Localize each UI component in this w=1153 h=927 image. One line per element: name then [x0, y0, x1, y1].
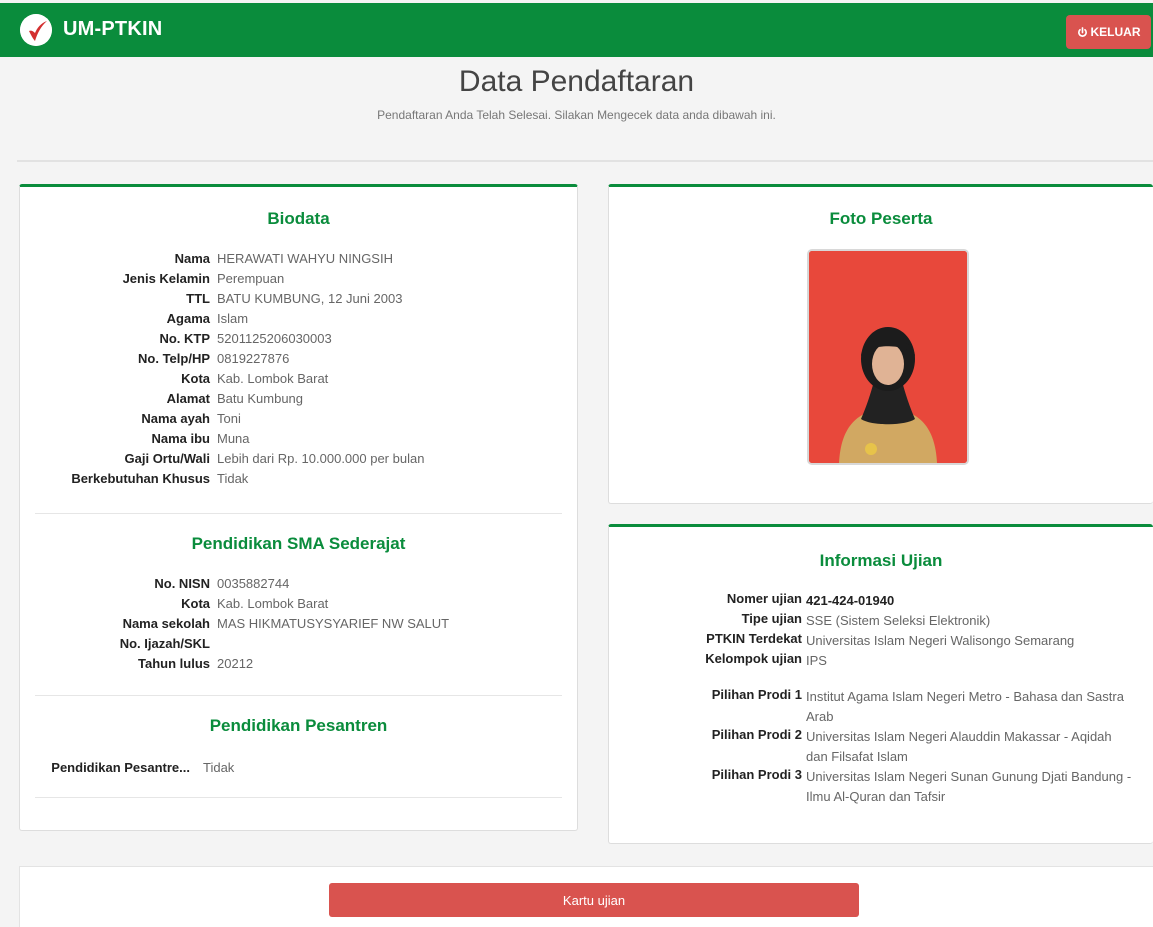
biodata-label: Berkebutuhan Khusus: [71, 471, 210, 486]
biodata-label: Nama: [174, 251, 210, 266]
sma-value: MAS HIKMATUSYSYARIEF NW SALUT: [217, 616, 450, 631]
sma-value: 20212: [217, 656, 254, 671]
sma-row: Nama sekolah MAS HIKMATUSYSYARIEF NW SALU…: [20, 616, 450, 636]
biodata-row: No. KTP 5201125206030003: [20, 331, 331, 351]
pesantren-row: Pendidikan Pesantre... Tidak: [20, 760, 234, 780]
pesantren-title: Pendidikan Pesantren: [209, 716, 388, 735]
biodata-label: TTL: [186, 291, 210, 306]
participant-photo: [807, 249, 969, 465]
section-divider: [35, 513, 562, 514]
ujian-value: SSE (Sistem Seleksi Elektronik): [806, 613, 991, 628]
top-navbar: UM-PTKIN KELUAR: [0, 3, 1153, 57]
biodata-row: Berkebutuhan Khusus Tidak: [20, 471, 248, 491]
biodata-label: Jenis Kelamin: [122, 271, 210, 286]
person-silhouette-icon: [809, 251, 967, 463]
prodi-row: Pilihan Prodi 1 Institut Agama Islam Nege…: [609, 687, 1124, 727]
biodata-value: BATU KUMBUNG, 12 Juni 2003: [217, 291, 403, 306]
biodata-row: TTL BATU KUMBUNG, 12 Juni 2003: [20, 291, 402, 311]
biodata-row: Nama HERAWATI WAHYU NINGSIH: [20, 251, 393, 271]
biodata-label: Nama ibu: [151, 431, 210, 446]
sma-label: No. Ijazah/SKL: [119, 636, 210, 651]
kartu-ujian-button[interactable]: Kartu ujian: [329, 883, 859, 917]
biodata-title: Biodata: [267, 209, 330, 228]
brand-title[interactable]: UM-PTKIN: [63, 18, 162, 41]
ujian-label: Nomer ujian: [726, 591, 802, 606]
biodata-value: Perempuan: [217, 271, 285, 286]
biodata-row: Kota Kab. Lombok Barat: [20, 371, 328, 391]
header-separator: [17, 160, 1153, 162]
ujian-title: Informasi Ujian: [819, 551, 943, 570]
ujian-row: Kelompok ujian IPS: [609, 651, 827, 671]
biodata-label: Nama ayah: [141, 411, 210, 426]
prodi-label: Pilihan Prodi 2: [711, 727, 802, 742]
biodata-value: Muna: [217, 431, 250, 446]
ujian-label: Tipe ujian: [741, 611, 802, 626]
sma-label: No. NISN: [154, 576, 210, 591]
biodata-label: Alamat: [166, 391, 210, 406]
biodata-label: No. Telp/HP: [138, 351, 210, 366]
sma-row: No. Ijazah/SKL: [20, 636, 210, 656]
biodata-value: Kab. Lombok Barat: [217, 371, 329, 386]
biodata-value: 0819227876: [217, 351, 290, 366]
logout-button[interactable]: KELUAR: [1066, 15, 1151, 49]
sma-label: Kota: [181, 596, 210, 611]
foto-title: Foto Peserta: [829, 209, 933, 228]
ujian-value: Universitas Islam Negeri Walisongo Semar…: [806, 633, 1075, 648]
actions-panel: Kartu ujian: [19, 866, 1153, 927]
um-ptkin-logo-icon[interactable]: [20, 14, 52, 46]
informasi-ujian-card: Informasi Ujian Nomer ujian 421-424-01940…: [608, 524, 1153, 844]
ujian-value: 421-424-01940: [806, 593, 895, 608]
sma-value: 0035882744: [217, 576, 290, 591]
section-divider: [35, 797, 562, 798]
biodata-label: No. KTP: [159, 331, 210, 346]
biodata-row: Nama ibu Muna: [20, 431, 249, 451]
sma-row: No. NISN 0035882744: [20, 576, 289, 596]
biodata-row: No. Telp/HP 0819227876: [20, 351, 289, 371]
ujian-label: Kelompok ujian: [705, 651, 802, 666]
foto-card: Foto Peserta: [608, 184, 1153, 504]
ujian-row: Tipe ujian SSE (Sistem Seleksi Elektronik…: [609, 611, 991, 631]
kartu-ujian-label: Kartu ujian: [562, 892, 626, 908]
biodata-label: Kota: [181, 371, 210, 386]
biodata-value: Tidak: [217, 471, 249, 486]
ujian-label: PTKIN Terdekat: [706, 631, 802, 646]
section-divider: [35, 695, 562, 696]
prodi-row: Pilihan Prodi 3 Universitas Islam Negeri …: [609, 767, 1131, 807]
ujian-row: PTKIN Terdekat Universitas Islam Negeri W…: [609, 631, 1074, 651]
page-title: Data Pendaftaran: [458, 65, 695, 98]
sma-title: Pendidikan SMA Sederajat: [191, 534, 406, 553]
sma-value: Kab. Lombok Barat: [217, 596, 329, 611]
biodata-value: Islam: [217, 311, 249, 326]
biodata-value: Batu Kumbung: [217, 391, 304, 406]
sma-label: Nama sekolah: [122, 616, 210, 631]
biodata-label: Agama: [166, 311, 210, 326]
prodi-value: Universitas Islam Negeri Alauddin Makass…: [806, 729, 1112, 764]
biodata-value: Toni: [217, 411, 241, 426]
pesantren-label: Pendidikan Pesantre...: [51, 760, 190, 775]
biodata-row: Agama Islam: [20, 311, 248, 331]
prodi-row: Pilihan Prodi 2 Universitas Islam Negeri …: [609, 727, 1112, 767]
ujian-value: IPS: [806, 653, 827, 668]
power-icon: [1077, 26, 1087, 37]
biodata-row: Jenis Kelamin Perempuan: [20, 271, 285, 291]
biodata-row: Nama ayah Toni: [20, 411, 241, 431]
logout-label: KELUAR: [1090, 25, 1141, 39]
page-subtitle: Pendaftaran Anda Telah Selesai. Silakan …: [377, 108, 776, 122]
biodata-value: Lebih dari Rp. 10.000.000 per bulan: [217, 451, 425, 466]
prodi-label: Pilihan Prodi 1: [711, 687, 802, 702]
ujian-row: Nomer ujian 421-424-01940: [609, 591, 894, 611]
biodata-row: Alamat Batu Kumbung: [20, 391, 303, 411]
prodi-value: Universitas Islam Negeri Sunan Gunung Dj…: [806, 769, 1132, 804]
pesantren-value: Tidak: [203, 760, 235, 775]
sma-label: Tahun lulus: [138, 656, 210, 671]
sma-row: Kota Kab. Lombok Barat: [20, 596, 328, 616]
biodata-card: Biodata Nama HERAWATI WAHYU NINGSIH Jenis…: [19, 184, 578, 831]
biodata-value: 5201125206030003: [217, 331, 332, 346]
prodi-value: Institut Agama Islam Negeri Metro - Baha…: [806, 689, 1124, 724]
biodata-row: Gaji Ortu/Wali Lebih dari Rp. 10.000.000 …: [20, 451, 425, 471]
sma-row: Tahun lulus 20212: [20, 656, 253, 676]
prodi-label: Pilihan Prodi 3: [711, 767, 802, 782]
biodata-label: Gaji Ortu/Wali: [124, 451, 210, 466]
biodata-value: HERAWATI WAHYU NINGSIH: [217, 251, 393, 266]
